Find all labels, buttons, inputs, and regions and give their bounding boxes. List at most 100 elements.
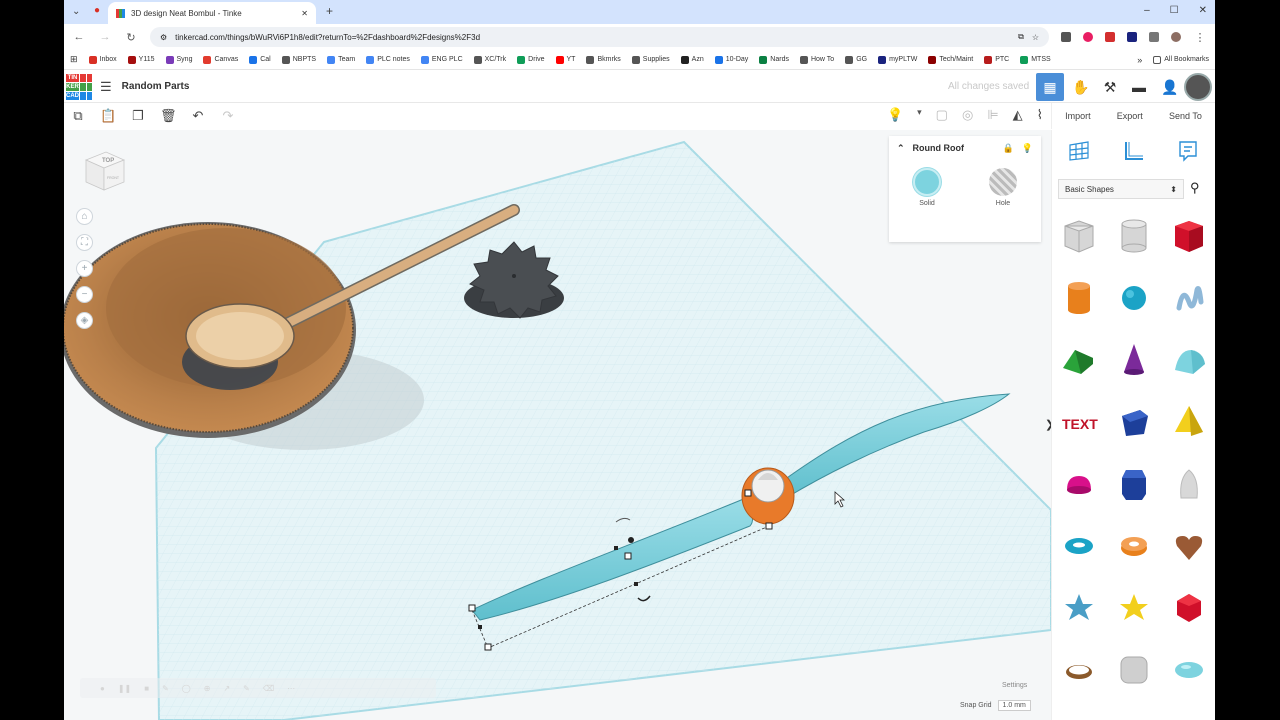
bookmark-item[interactable]: Azn xyxy=(680,55,704,64)
pen-icon[interactable]: ✎ xyxy=(162,684,169,693)
shape-scribble-icon[interactable] xyxy=(1161,278,1215,318)
bookmarks-overflow-icon[interactable]: » xyxy=(1137,55,1142,65)
shape-cone-icon[interactable] xyxy=(1107,340,1162,380)
shape-shape-generator-icon[interactable] xyxy=(1107,402,1162,442)
bookmark-item[interactable]: 10-Day xyxy=(714,55,748,64)
shape-roof-icon[interactable] xyxy=(1052,340,1107,380)
bookmark-item[interactable]: GG xyxy=(845,55,867,64)
shape-star-icon[interactable] xyxy=(1052,588,1107,628)
arrow-icon[interactable]: ↗ xyxy=(223,684,230,693)
all-bookmarks-link[interactable]: All Bookmarks xyxy=(1153,55,1209,64)
view-cube[interactable]: TOP FRONT xyxy=(80,146,128,194)
group-icon[interactable]: ▢ xyxy=(936,107,948,123)
shape-sphere-icon[interactable] xyxy=(1107,278,1162,318)
browser-menu-icon[interactable]: ⋮ xyxy=(1193,31,1207,44)
browser-tab[interactable]: 3D design Neat Bombul - Tinke ✕ xyxy=(108,2,316,24)
zoom-icon[interactable]: ⊕ xyxy=(204,684,211,693)
ruler-icon[interactable] xyxy=(1119,137,1147,165)
bookmark-item[interactable]: Inbox xyxy=(88,55,117,64)
notes-dropdown-icon[interactable]: ▾ xyxy=(917,107,922,123)
tinkercad-logo[interactable]: TIN KER CAD xyxy=(66,73,92,100)
send-to-button[interactable]: Send To xyxy=(1169,111,1202,121)
shape-icon[interactable]: ◯ xyxy=(182,684,191,693)
pause-icon[interactable]: ❚❚ xyxy=(118,684,131,693)
bookmark-item[interactable]: MTSS xyxy=(1020,55,1051,64)
blocks-icon[interactable]: ✋ xyxy=(1067,73,1095,101)
zoom-in-icon[interactable]: + xyxy=(76,260,93,277)
copy-icon[interactable]: ⧉ xyxy=(70,108,86,124)
bookmark-item[interactable]: NBPTS xyxy=(281,55,316,64)
shape-box-icon[interactable] xyxy=(1161,216,1215,256)
cruise-icon[interactable]: ⌇ xyxy=(1037,107,1043,123)
zoom-out-icon[interactable]: − xyxy=(76,286,93,303)
shape-rounded-box-icon[interactable] xyxy=(1107,650,1162,690)
ortho-view-icon[interactable]: ◈ xyxy=(76,312,93,329)
apps-grid-icon[interactable]: ⊞ xyxy=(70,54,78,65)
notes-icon[interactable] xyxy=(1174,137,1202,165)
shape-ellipsoid-icon[interactable] xyxy=(1161,650,1215,690)
shape-paraboloid-icon[interactable] xyxy=(1161,464,1215,504)
extensions-puzzle-icon[interactable] xyxy=(1149,32,1159,42)
record-icon[interactable]: ● xyxy=(100,684,105,693)
hole-mode-button[interactable]: Hole xyxy=(989,168,1017,207)
collapse-inspector-icon[interactable]: ⌃ xyxy=(897,143,905,154)
shape-round-roof-icon[interactable] xyxy=(1161,340,1215,380)
duplicate-icon[interactable]: ❐ xyxy=(130,108,146,124)
solid-mode-button[interactable]: Solid xyxy=(913,168,941,207)
shape-box-hole-icon[interactable] xyxy=(1052,216,1107,256)
design-name[interactable]: Random Parts xyxy=(122,81,190,92)
shape-star-yellow-icon[interactable] xyxy=(1107,588,1162,628)
shape-polygon-icon[interactable] xyxy=(1107,464,1162,504)
settings-link[interactable]: Settings xyxy=(1002,682,1027,689)
close-tab-icon[interactable]: ✕ xyxy=(301,9,308,18)
shape-text-icon[interactable]: TEXT xyxy=(1052,402,1107,442)
record-icon[interactable]: ● xyxy=(94,6,100,16)
shape-half-sphere-icon[interactable] xyxy=(1052,464,1107,504)
more-icon[interactable]: ⋯ xyxy=(287,684,295,693)
import-button[interactable]: Import xyxy=(1065,111,1091,121)
shape-heart-icon[interactable] xyxy=(1161,526,1215,566)
pen-icon[interactable]: ✎ xyxy=(243,684,250,693)
home-view-icon[interactable]: ⌂ xyxy=(76,208,93,225)
fit-view-icon[interactable]: ⛶ xyxy=(76,234,93,251)
erase-icon[interactable]: ⌫ xyxy=(263,684,274,693)
site-info-icon[interactable]: ⚙ xyxy=(160,33,167,42)
light-bulb-icon[interactable]: 💡 xyxy=(1022,143,1033,154)
bookmark-item[interactable]: Drive xyxy=(517,55,545,64)
install-app-icon[interactable]: ⧉ xyxy=(1018,32,1024,42)
redo-icon[interactable]: ↷ xyxy=(220,108,236,124)
bookmark-item[interactable]: How To xyxy=(799,55,834,64)
new-tab-icon[interactable]: + xyxy=(326,5,333,17)
light-bulb-icon[interactable]: 💡 xyxy=(887,107,903,123)
bookmark-item[interactable]: Canvas xyxy=(203,55,238,64)
stop-icon[interactable]: ■ xyxy=(144,684,149,693)
maximize-icon[interactable]: ☐ xyxy=(1170,5,1179,16)
export-button[interactable]: Export xyxy=(1117,111,1143,121)
extension-icon[interactable] xyxy=(1105,32,1115,42)
shape-pyramid-icon[interactable] xyxy=(1161,402,1215,442)
search-icon[interactable]: ⚲ xyxy=(1190,180,1200,196)
bookmark-item[interactable]: XC/Trk xyxy=(473,55,506,64)
profile-icon[interactable] xyxy=(1171,32,1181,42)
workplane-viewport[interactable]: TOP FRONT ⌂ ⛶ + − ◈ ⌃ Round Roof 🔒 💡 Sol… xyxy=(64,130,1051,720)
mirror-icon[interactable]: ◭ xyxy=(1013,107,1023,123)
hole-swatch[interactable] xyxy=(989,168,1017,196)
build-tools-icon[interactable]: ⚒ xyxy=(1096,73,1124,101)
reload-icon[interactable]: ↻ xyxy=(124,31,138,44)
bookmark-item[interactable]: myPLTW xyxy=(878,55,917,64)
bookmark-item[interactable]: Supplies xyxy=(631,55,670,64)
extension-icon[interactable] xyxy=(1127,32,1137,42)
paste-icon[interactable]: 📋 xyxy=(100,108,116,124)
lock-icon[interactable]: 🔒 xyxy=(1003,143,1014,154)
align-icon[interactable]: ⊫ xyxy=(987,107,998,123)
shape-torus-icon[interactable] xyxy=(1052,526,1107,566)
bookmark-item[interactable]: Y115 xyxy=(127,55,155,64)
avatar[interactable] xyxy=(1184,73,1212,101)
forward-icon[interactable]: → xyxy=(98,31,112,43)
lessons-icon[interactable]: ▬ xyxy=(1125,73,1153,101)
bookmark-item[interactable]: PLC notes xyxy=(366,55,410,64)
extension-icon[interactable] xyxy=(1061,32,1071,42)
bookmark-item[interactable]: Bkmrks xyxy=(586,55,621,64)
bookmark-item[interactable]: YT xyxy=(555,55,575,64)
ungroup-icon[interactable]: ◎ xyxy=(962,107,973,123)
